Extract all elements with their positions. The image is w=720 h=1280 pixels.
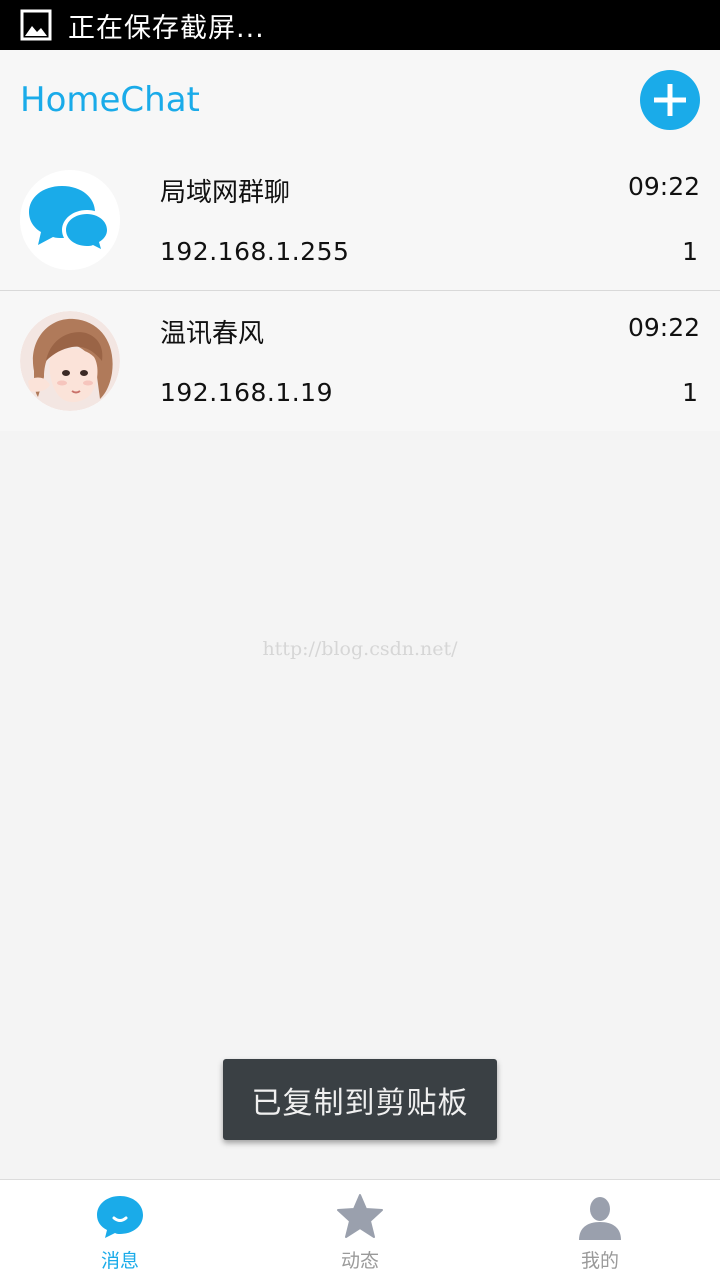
- chat-ip: 192.168.1.19: [160, 378, 333, 407]
- chat-ip: 192.168.1.255: [160, 237, 350, 266]
- nav-item-moments[interactable]: 动态: [240, 1180, 480, 1280]
- status-text: 正在保存截屏...: [68, 12, 265, 44]
- user-portrait-avatar: [20, 311, 120, 411]
- nav-item-messages[interactable]: 消息: [0, 1180, 240, 1280]
- toast-message: 已复制到剪贴板: [223, 1059, 497, 1140]
- nav-label: 我的: [580, 1250, 619, 1272]
- chat-row-group[interactable]: 局域网群聊 192.168.1.255 09:22 1: [0, 150, 720, 290]
- user-avatar: [20, 311, 120, 411]
- add-button[interactable]: [640, 70, 700, 130]
- chat-name: 局域网群聊: [160, 178, 291, 208]
- bottom-nav: 消息 动态 我的: [0, 1179, 720, 1280]
- star-icon: [337, 1194, 383, 1238]
- person-icon: [579, 1197, 621, 1240]
- nav-item-me[interactable]: 我的: [480, 1180, 720, 1280]
- chat-list: 局域网群聊 192.168.1.255 09:22 1 温讯春风 192.168…: [0, 150, 720, 431]
- screen: 正在保存截屏... HomeChat 局域网群聊 192.168.1.255 0…: [0, 0, 720, 1280]
- chat-row-user[interactable]: 温讯春风 192.168.1.19 09:22 1: [0, 290, 720, 431]
- chat-unread-count: 1: [682, 378, 698, 407]
- nav-label: 动态: [340, 1250, 379, 1272]
- chat-name: 温讯春风: [160, 319, 265, 349]
- chat-time: 09:22: [627, 172, 700, 201]
- chat-time: 09:22: [627, 313, 700, 342]
- chat-unread-count: 1: [682, 237, 698, 266]
- group-avatar: [20, 170, 120, 270]
- app-title: HomeChat: [20, 80, 200, 120]
- watermark: http://blog.csdn.net/: [262, 638, 458, 660]
- status-bar: 正在保存截屏...: [0, 0, 720, 50]
- screenshot-image-icon: [20, 9, 52, 41]
- group-chat-bubbles-icon: [20, 170, 120, 270]
- chat-bubble-icon: [97, 1196, 143, 1238]
- nav-label: 消息: [100, 1250, 139, 1272]
- app-bar: HomeChat: [0, 50, 720, 154]
- plus-icon: [654, 84, 686, 116]
